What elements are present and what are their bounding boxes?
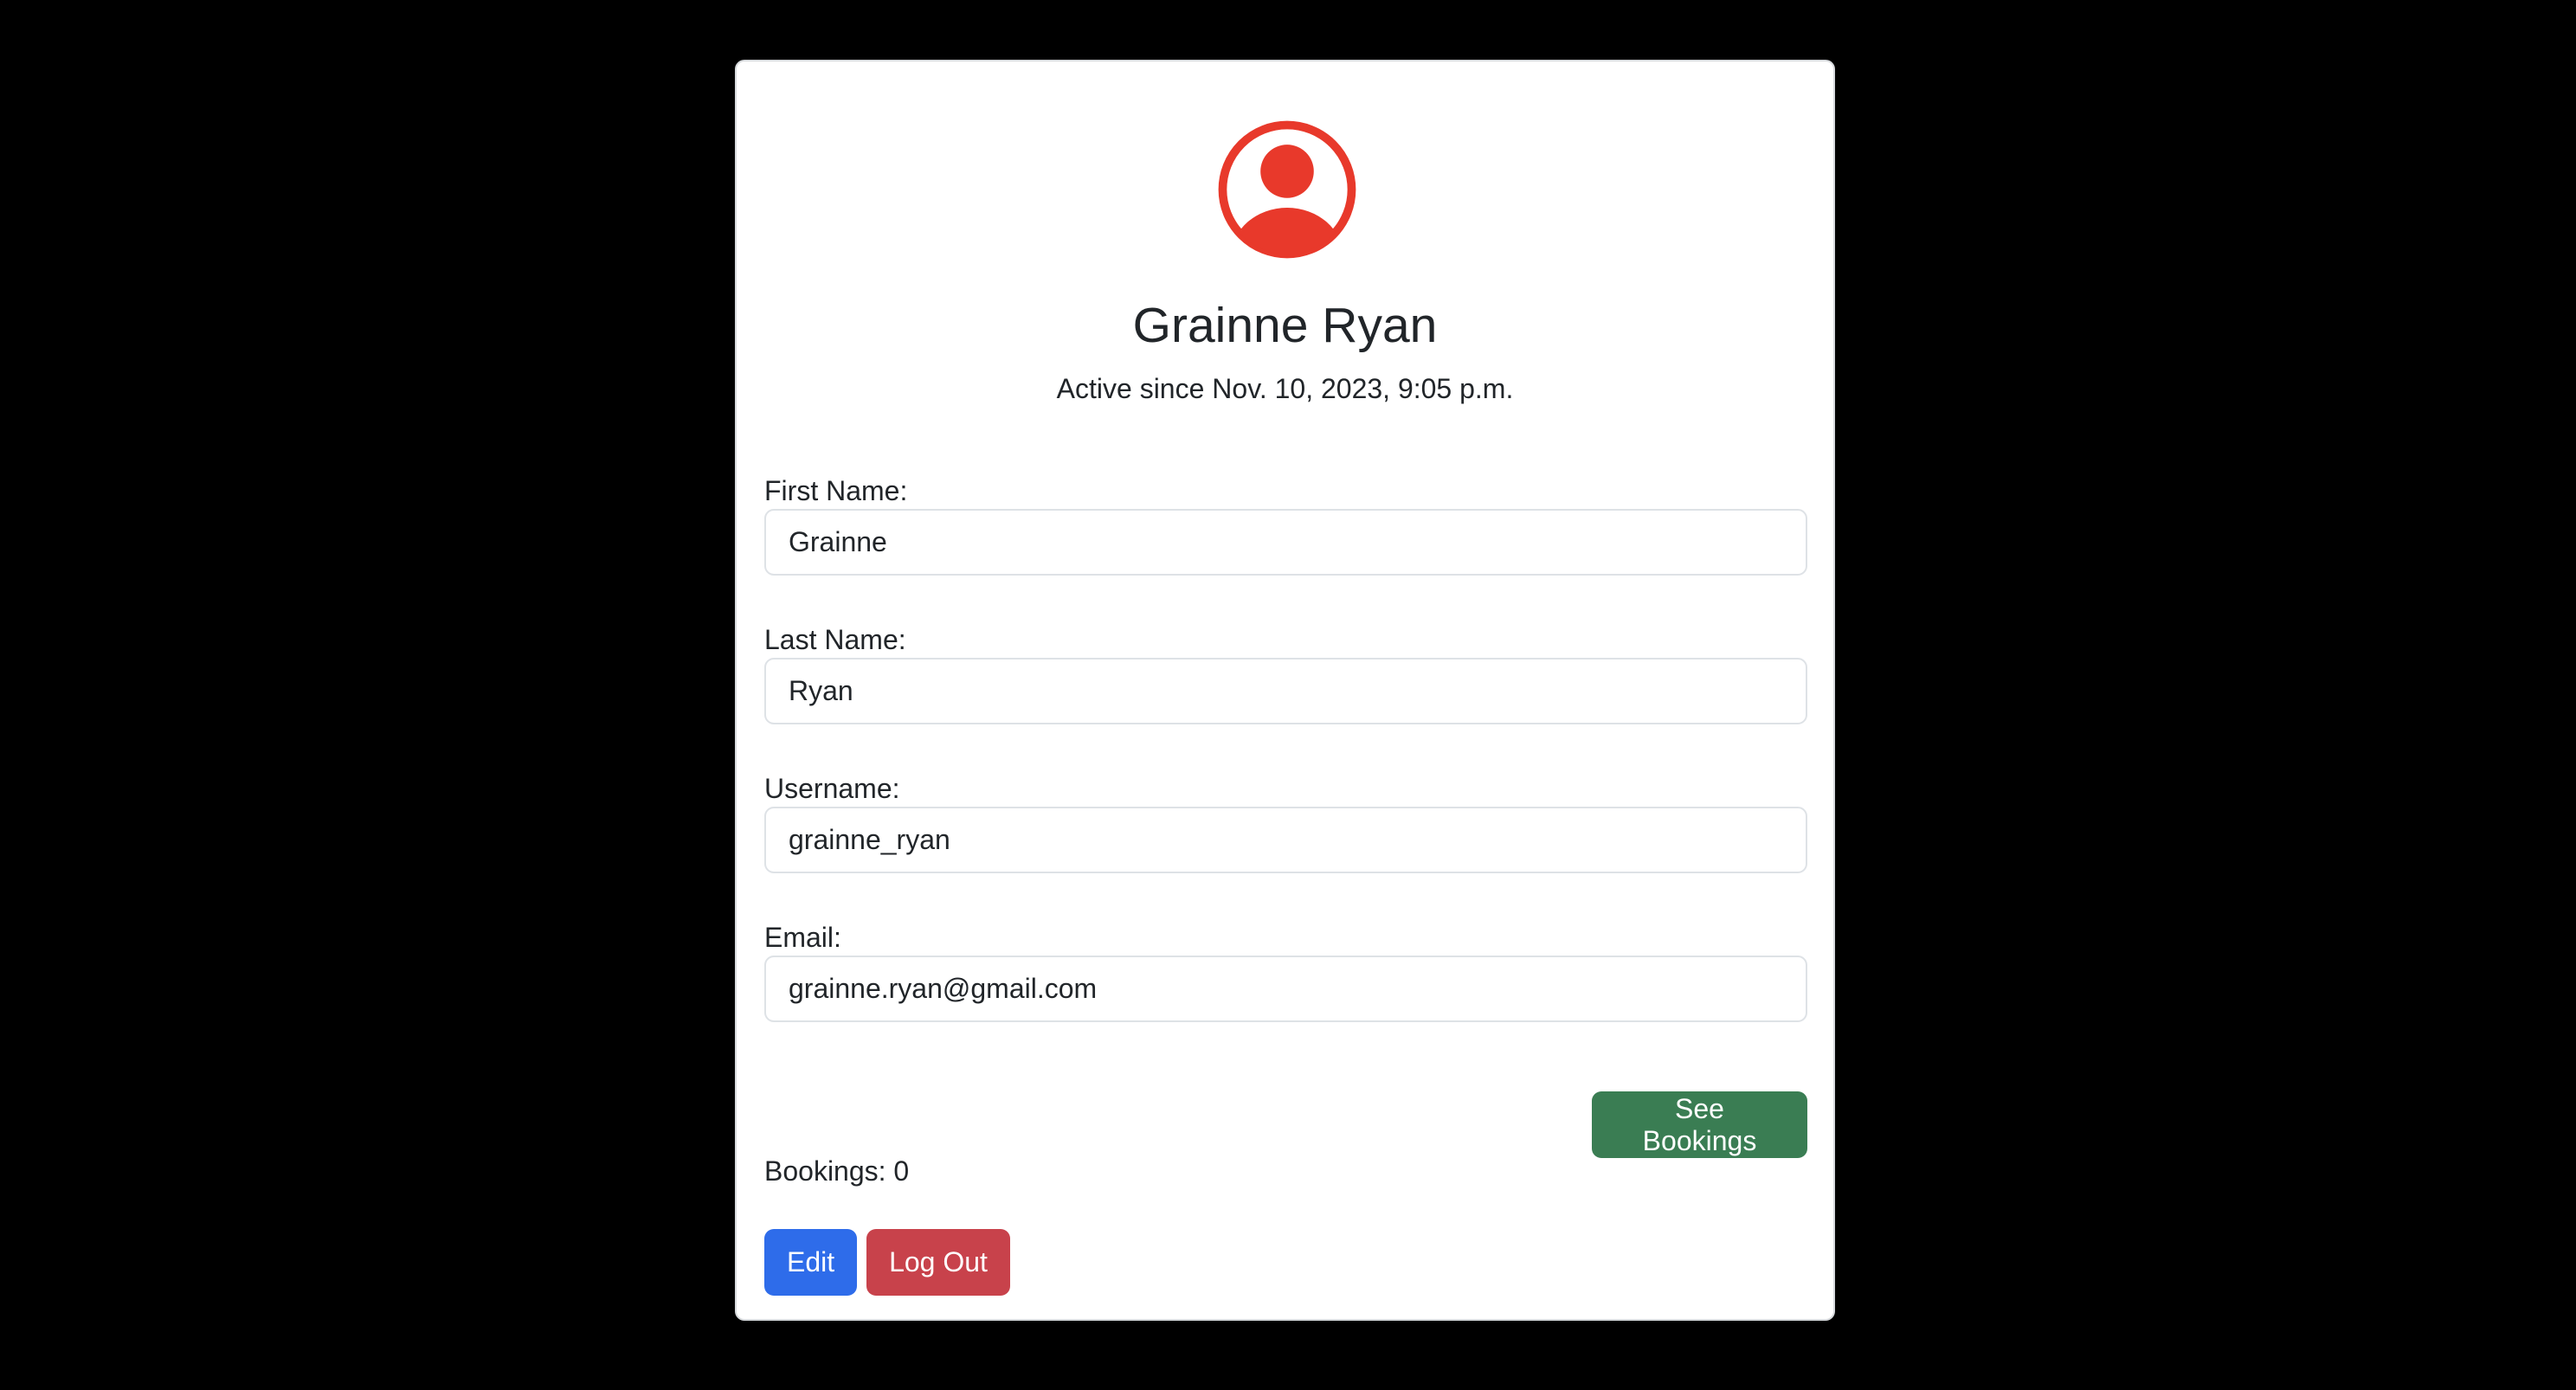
see-bookings-button[interactable]: See Bookings bbox=[1592, 1091, 1807, 1158]
email-label: Email: bbox=[764, 922, 841, 953]
user-circle-icon bbox=[1218, 120, 1356, 259]
first-name-field[interactable] bbox=[764, 509, 1807, 576]
last-name-label: Last Name: bbox=[764, 624, 906, 655]
active-since-text: Active since Nov. 10, 2023, 9:05 p.m. bbox=[1056, 373, 1514, 404]
username-label: Username: bbox=[764, 773, 900, 804]
profile-card: Grainne Ryan Active since Nov. 10, 2023,… bbox=[735, 60, 1835, 1321]
username-field[interactable] bbox=[764, 807, 1807, 873]
logout-button[interactable]: Log Out bbox=[866, 1229, 1010, 1296]
last-name-field[interactable] bbox=[764, 658, 1807, 724]
user-avatar-icon bbox=[1217, 119, 1357, 260]
bookings-count: Bookings: 0 bbox=[764, 1155, 910, 1187]
profile-name: Grainne Ryan bbox=[1132, 298, 1438, 353]
email-field[interactable] bbox=[764, 956, 1807, 1022]
edit-button[interactable]: Edit bbox=[764, 1229, 857, 1296]
first-name-label: First Name: bbox=[764, 475, 908, 506]
